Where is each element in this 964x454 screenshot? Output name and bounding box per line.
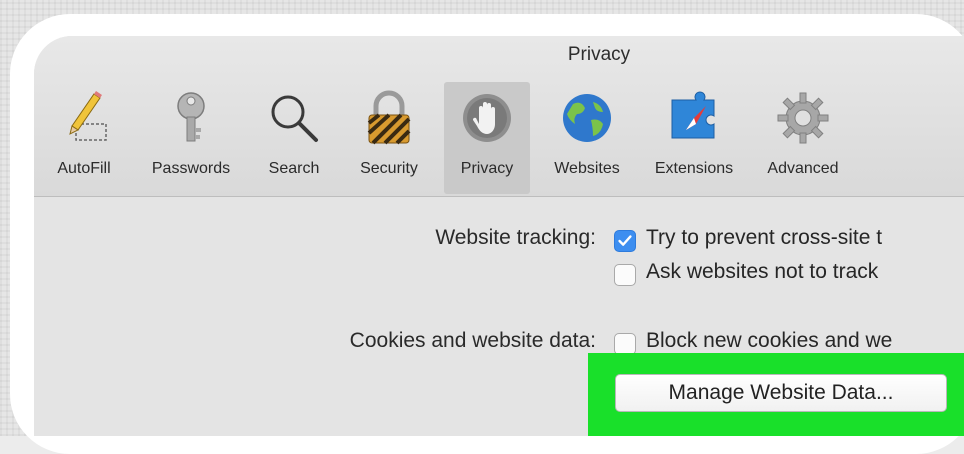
prevent-cross-site-checkbox[interactable] bbox=[614, 230, 636, 252]
tab-passwords[interactable]: Passwords bbox=[134, 82, 248, 194]
prevent-cross-site-text: Try to prevent cross-site t bbox=[646, 226, 883, 249]
hand-icon bbox=[463, 94, 511, 142]
globe-icon bbox=[563, 94, 611, 142]
block-cookies-text: Block new cookies and we bbox=[646, 329, 893, 352]
tab-security[interactable]: Security bbox=[340, 82, 438, 194]
tab-websites[interactable]: Websites bbox=[538, 82, 636, 194]
tab-search[interactable]: Search bbox=[248, 82, 340, 194]
ask-not-track-checkbox[interactable] bbox=[614, 264, 636, 286]
tab-extensions[interactable]: Extensions bbox=[638, 82, 750, 194]
window-titlebar: Privacy AutoFill Passwords Search Securi… bbox=[34, 36, 964, 197]
pencil-icon bbox=[69, 91, 107, 141]
tab-label: Extensions bbox=[654, 160, 734, 177]
tab-label: Passwords bbox=[151, 160, 231, 177]
tab-label: Advanced bbox=[767, 160, 839, 177]
window-title: Privacy bbox=[567, 44, 631, 65]
tab-label: Websites bbox=[554, 160, 620, 177]
tab-autofill[interactable]: AutoFill bbox=[34, 82, 134, 194]
magnifier-icon bbox=[271, 95, 318, 142]
tab-label: Security bbox=[360, 160, 418, 177]
website-tracking-label: Website tracking: bbox=[435, 226, 596, 249]
block-cookies-checkbox[interactable] bbox=[614, 333, 636, 355]
checkmark-icon bbox=[618, 235, 632, 246]
cookies-label: Cookies and website data: bbox=[349, 329, 596, 352]
tab-label: Search bbox=[268, 160, 320, 177]
padlock-icon bbox=[367, 90, 411, 145]
tab-advanced[interactable]: Advanced bbox=[750, 82, 856, 194]
ask-not-track-text: Ask websites not to track bbox=[646, 260, 879, 283]
puzzle-compass-icon bbox=[671, 91, 715, 139]
tab-label: AutoFill bbox=[57, 160, 111, 177]
tab-privacy[interactable]: Privacy bbox=[444, 82, 530, 194]
key-icon bbox=[177, 92, 205, 142]
preferences-toolbar: AutoFill Passwords Search Security Priva… bbox=[34, 82, 964, 194]
tab-label: Privacy bbox=[460, 160, 514, 177]
manage-website-data-button[interactable]: Manage Website Data... bbox=[615, 374, 947, 412]
gear-icon bbox=[777, 92, 829, 144]
